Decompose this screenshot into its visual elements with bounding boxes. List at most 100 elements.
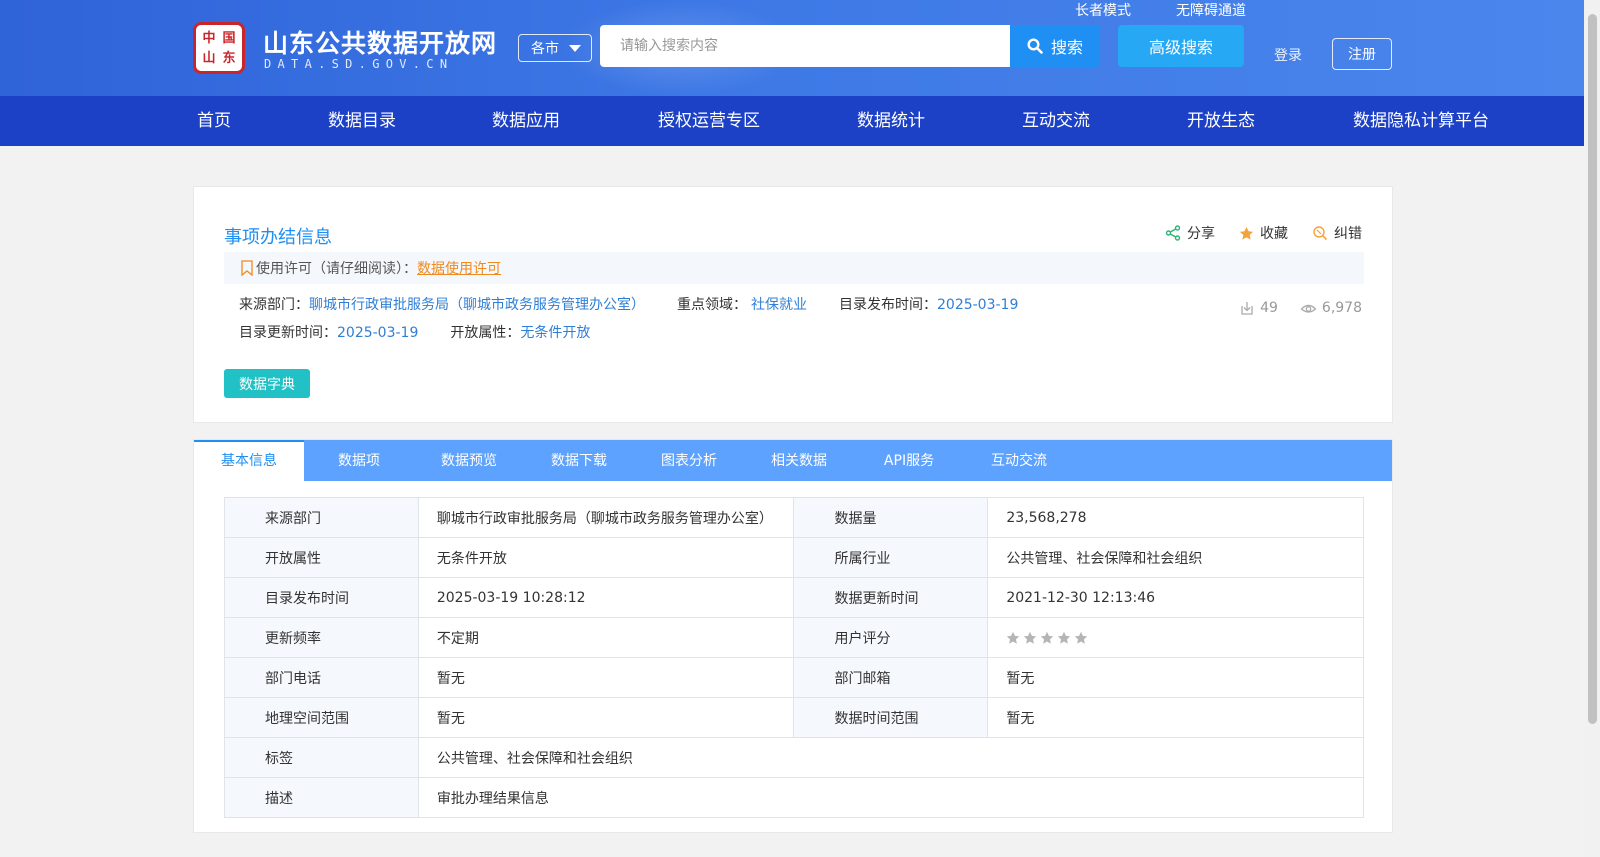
update-label: 目录更新时间： <box>239 325 337 341</box>
nav-item-apps[interactable]: 数据应用 <box>492 96 560 146</box>
tab-basic-info[interactable]: 基本信息 <box>194 440 304 481</box>
register-button[interactable]: 注册 <box>1332 38 1392 70</box>
table-value: 23,568,278 <box>987 497 1364 538</box>
view-count-value: 6,978 <box>1321 300 1362 316</box>
table-label: 数据量 <box>793 497 989 538</box>
search-icon <box>1027 38 1043 54</box>
scrollbar-thumb[interactable] <box>1588 14 1597 724</box>
table-value: 暂无 <box>987 657 1364 698</box>
table-label: 更新频率 <box>224 617 419 658</box>
search-input[interactable] <box>600 25 1011 67</box>
city-select-label: 各市 <box>531 41 559 57</box>
table-label: 数据更新时间 <box>793 577 989 618</box>
seal-char: 山 <box>202 50 216 66</box>
rating-star-icon[interactable] <box>1006 631 1020 645</box>
nav-item-authorized-ops[interactable]: 授权运营专区 <box>658 96 760 146</box>
open-value[interactable]: 无条件开放 <box>520 325 590 341</box>
site-logo-seal[interactable]: 中 国 山 东 <box>193 22 245 74</box>
domain-label: 重点领域： <box>677 297 747 313</box>
rating-stars[interactable] <box>1006 631 1345 645</box>
advanced-search-button[interactable]: 高级搜索 <box>1118 25 1244 67</box>
domain-value[interactable]: 社保就业 <box>751 297 807 313</box>
table-value: 暂无 <box>987 697 1364 738</box>
table-label: 标签 <box>224 737 419 778</box>
license-label: 使用许可（请仔细阅读）： <box>256 261 417 277</box>
table-label: 部门电话 <box>224 657 419 698</box>
rating-star-icon[interactable] <box>1057 631 1071 645</box>
share-icon <box>1165 225 1181 241</box>
seal-char: 中 <box>202 30 216 46</box>
table-label: 用户评分 <box>793 617 989 658</box>
main-nav: 首页 数据目录 数据应用 授权运营专区 数据统计 互动交流 开放生态 数据隐私计… <box>0 96 1584 146</box>
view-count: 6,978 <box>1300 300 1362 316</box>
tab-data-download[interactable]: 数据下载 <box>524 440 634 481</box>
login-link[interactable]: 登录 <box>1274 45 1302 65</box>
share-button[interactable]: 分享 <box>1165 223 1215 243</box>
download-count-value: 49 <box>1260 300 1278 316</box>
data-dictionary-button[interactable]: 数据字典 <box>224 369 310 398</box>
share-label: 分享 <box>1187 226 1215 242</box>
user-rating[interactable] <box>987 617 1364 658</box>
rating-star-icon[interactable] <box>1040 631 1054 645</box>
table-label: 部门邮箱 <box>793 657 989 698</box>
nav-item-home[interactable]: 首页 <box>197 96 231 146</box>
table-label: 来源部门 <box>224 497 419 538</box>
table-label: 地理空间范围 <box>224 697 419 738</box>
nav-item-privacy-computing[interactable]: 数据隐私计算平台 <box>1353 96 1489 146</box>
dataset-detail-card: 基本信息 数据项 数据预览 数据下载 图表分析 相关数据 API服务 互动交流 … <box>193 439 1393 833</box>
seal-char: 东 <box>222 50 236 66</box>
table-value: 不定期 <box>417 617 795 658</box>
table-label: 所属行业 <box>793 537 989 578</box>
elder-mode-link[interactable]: 长者模式 <box>1075 0 1131 20</box>
table-row: 地理空间范围 暂无 数据时间范围 暂无 <box>224 697 1364 738</box>
download-count: 49 <box>1239 300 1278 316</box>
tab-api-service[interactable]: API服务 <box>854 440 964 481</box>
publish-label: 目录发布时间： <box>839 297 937 313</box>
publish-value: 2025-03-19 <box>937 297 1019 313</box>
table-row: 更新频率 不定期 用户评分 <box>224 617 1364 658</box>
tab-data-preview[interactable]: 数据预览 <box>414 440 524 481</box>
meta-row-2: 目录更新时间：2025-03-19 开放属性：无条件开放 <box>239 322 590 342</box>
bookmark-icon <box>241 260 253 276</box>
download-icon <box>1241 302 1253 315</box>
license-link[interactable]: 数据使用许可 <box>417 258 501 278</box>
magnifier-error-icon <box>1313 226 1328 241</box>
table-value: 2021-12-30 12:13:46 <box>987 577 1364 618</box>
table-label: 开放属性 <box>224 537 419 578</box>
tab-interaction[interactable]: 互动交流 <box>964 440 1074 481</box>
table-value: 公共管理、社会保障和社会组织 <box>987 537 1364 578</box>
rating-star-icon[interactable] <box>1074 631 1088 645</box>
search-button-label: 搜索 <box>1050 38 1083 57</box>
nav-item-catalog[interactable]: 数据目录 <box>328 96 396 146</box>
accessibility-link[interactable]: 无障碍通道 <box>1176 0 1246 20</box>
table-value: 公共管理、社会保障和社会组织 <box>417 737 1365 778</box>
open-label: 开放属性： <box>450 325 521 341</box>
tab-data-items[interactable]: 数据项 <box>304 440 414 481</box>
table-label: 目录发布时间 <box>224 577 419 618</box>
eye-icon <box>1300 304 1317 313</box>
correct-label: 纠错 <box>1334 226 1362 242</box>
site-title[interactable]: 山东公共数据开放网 <box>263 24 497 60</box>
tab-related-data[interactable]: 相关数据 <box>744 440 854 481</box>
seal-char: 国 <box>222 30 236 46</box>
nav-item-statistics[interactable]: 数据统计 <box>857 96 925 146</box>
source-label: 来源部门： <box>239 297 309 313</box>
favorite-label: 收藏 <box>1260 226 1288 242</box>
source-value[interactable]: 聊城市行政审批服务局（聊城市政务服务管理办公室） <box>309 297 645 313</box>
correct-button[interactable]: 纠错 <box>1312 223 1362 243</box>
nav-item-interaction[interactable]: 互动交流 <box>1022 96 1090 146</box>
table-row: 标签 公共管理、社会保障和社会组织 <box>224 737 1365 778</box>
meta-row-1: 来源部门：聊城市行政审批服务局（聊城市政务服务管理办公室） 重点领域： 社保就业 目录… <box>239 294 1018 314</box>
tab-chart-analysis[interactable]: 图表分析 <box>634 440 744 481</box>
table-row: 来源部门 聊城市行政审批服务局（聊城市政务服务管理办公室） 数据量 23,568… <box>224 497 1364 538</box>
search-button[interactable]: 搜索 <box>1010 25 1100 67</box>
table-value: 暂无 <box>417 657 795 698</box>
city-select[interactable]: 各市 <box>518 34 592 62</box>
site-header: 中 国 山 东 山东公共数据开放网 DATA.SD.GOV.CN 各市 搜索 高… <box>0 0 1584 96</box>
rating-star-icon[interactable] <box>1023 631 1037 645</box>
table-value: 无条件开放 <box>417 537 795 578</box>
site-domain: DATA.SD.GOV.CN <box>264 57 454 71</box>
favorite-button[interactable]: 收藏 <box>1239 223 1288 243</box>
dataset-summary-card: 事项办结信息 分享 收藏 纠错 使用许可（请仔细阅读）： 数据使用许可 来源部门… <box>193 186 1393 423</box>
nav-item-ecosystem[interactable]: 开放生态 <box>1187 96 1255 146</box>
